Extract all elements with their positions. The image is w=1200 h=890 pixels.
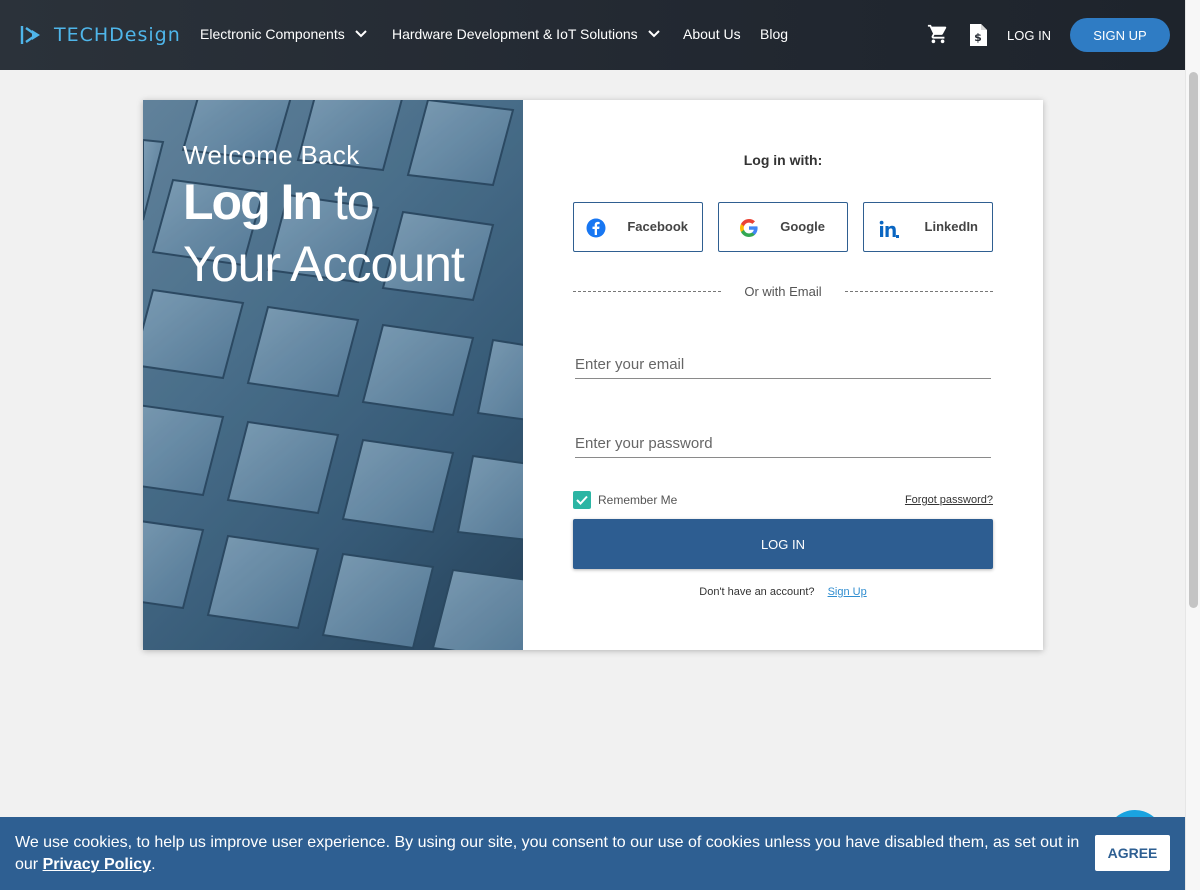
nav-label: Hardware Development & IoT Solutions (392, 26, 638, 42)
nav-hardware-development[interactable]: Hardware Development & IoT Solutions (392, 26, 660, 42)
header-login-link[interactable]: LOG IN (1007, 28, 1051, 43)
no-account-row: Don't have an account? Sign Up (573, 586, 993, 598)
hero-headline-rest: to (320, 174, 375, 230)
cookie-suffix: . (151, 856, 156, 873)
cart-icon[interactable] (927, 23, 949, 50)
signup-link[interactable]: Sign Up (828, 586, 867, 598)
password-field[interactable] (575, 430, 991, 458)
email-field[interactable] (575, 351, 991, 379)
hero-headline-line1: Log In to (183, 171, 464, 233)
hero-panel: Welcome Back Log In to Your Account (143, 100, 523, 650)
forgot-password-link[interactable]: Forgot password? (905, 494, 993, 506)
chevron-down-icon (355, 30, 367, 38)
remember-me-checkbox[interactable]: Remember Me (573, 491, 677, 509)
cookie-text: We use cookies, to help us improve user … (15, 834, 1080, 873)
hero-headline-line2: Your Account (183, 236, 465, 292)
nav-label: About Us (683, 26, 741, 42)
facebook-login-button[interactable]: Facebook (573, 202, 703, 252)
nav-label: Electronic Components (200, 26, 345, 42)
login-with-heading: Log in with: (743, 152, 823, 168)
facebook-label: Facebook (627, 219, 688, 234)
linkedin-label: LinkedIn (924, 219, 978, 234)
nav-blog[interactable]: Blog (760, 26, 788, 42)
no-account-text: Don't have an account? (699, 586, 815, 598)
header-signup-button[interactable]: SIGN UP (1070, 18, 1170, 52)
logo-mark-icon (20, 26, 40, 44)
top-navbar: TECHDesign Electronic Components Hardwar… (0, 0, 1185, 70)
divider-right (845, 291, 993, 292)
google-label: Google (780, 219, 825, 234)
nav-electronic-components[interactable]: Electronic Components (200, 26, 367, 42)
remember-me-label: Remember Me (598, 493, 678, 507)
login-form: Log in with: Facebook Google LinkedIn Or… (573, 100, 993, 650)
nav-label: Blog (760, 26, 789, 42)
hero-text: Welcome Back Log In to Your Account (183, 140, 465, 295)
chevron-down-icon (647, 30, 660, 38)
nav-about-us[interactable]: About Us (683, 26, 741, 42)
linkedin-login-button[interactable]: LinkedIn (863, 202, 993, 252)
google-login-button[interactable]: Google (718, 202, 848, 252)
page-scrollbar[interactable] (1185, 0, 1200, 890)
checkbox-checked-icon[interactable] (573, 491, 591, 509)
login-card: Welcome Back Log In to Your Account Log … (143, 100, 1043, 650)
cookie-consent-bar: We use cookies, to help us improve user … (0, 817, 1185, 890)
login-submit-button[interactable]: LOG IN (573, 519, 993, 569)
svg-text:$: $ (974, 31, 982, 44)
cookie-message: We use cookies, to help us improve user … (15, 832, 1085, 876)
scrollbar-thumb[interactable] (1189, 72, 1198, 608)
logo-text: TECHDesign (54, 24, 181, 46)
logo[interactable]: TECHDesign (20, 24, 181, 46)
hero-headline-bold: Log In (183, 174, 323, 230)
privacy-policy-link[interactable]: Privacy Policy (43, 856, 152, 873)
quote-document-icon[interactable]: $ (968, 23, 988, 52)
agree-button[interactable]: AGREE (1095, 835, 1170, 871)
welcome-text: Welcome Back (183, 140, 360, 170)
